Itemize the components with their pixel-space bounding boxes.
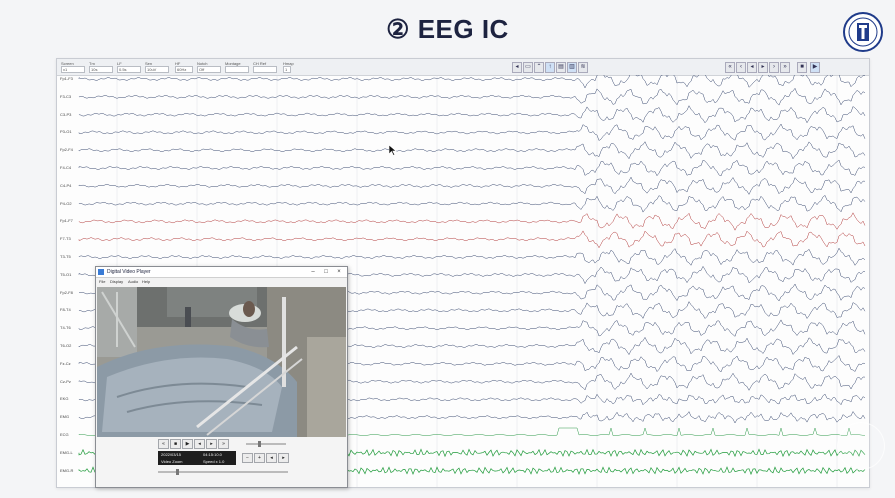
close-icon[interactable]: × xyxy=(334,267,344,277)
toolbar-field-value[interactable] xyxy=(253,66,277,73)
stop-video-button[interactable]: ■ xyxy=(170,439,181,449)
slide-title: ② EEG IC xyxy=(386,14,509,44)
toolbar-field-2[interactable]: LF 0.5s xyxy=(117,61,141,73)
rewind-button[interactable]: « xyxy=(158,439,169,449)
last-page-button[interactable]: » xyxy=(780,62,790,73)
menu-help[interactable]: Help xyxy=(142,277,150,286)
volume-slider[interactable] xyxy=(246,443,286,445)
video-date: 2022/03/15 xyxy=(161,452,182,457)
video-status-display: 2022/03/15 04:15:10.0 Video Zoom Speed x… xyxy=(158,451,236,465)
step-back-button[interactable]: ◂ xyxy=(747,62,757,73)
speed-down-button[interactable]: ◂ xyxy=(266,453,277,463)
video-controls: « ■ ▶ ◂ ▸ » 2022/03/15 04:15:10.0 Video … xyxy=(96,437,347,487)
toolbar-field-value[interactable]: 10uV xyxy=(145,66,169,73)
play-video-button[interactable]: ▶ xyxy=(182,439,193,449)
menu-display[interactable]: Display xyxy=(110,277,123,286)
zoom-button[interactable]: ▭ xyxy=(523,62,533,73)
toolbar-field-7[interactable]: CH Ref xyxy=(253,61,277,73)
minimize-icon[interactable]: – xyxy=(308,267,318,277)
menu-file[interactable]: File xyxy=(99,277,105,286)
fast-forward-button[interactable]: » xyxy=(218,439,229,449)
page-back-button[interactable]: ◂ xyxy=(512,62,522,73)
next-page-button[interactable]: › xyxy=(769,62,779,73)
video-speed: Speed x 1.0 xyxy=(203,459,225,464)
first-page-button[interactable]: « xyxy=(725,62,735,73)
spike-marker-button[interactable]: ⌃ xyxy=(534,62,544,73)
zoom-in-button[interactable]: + xyxy=(254,453,265,463)
mouse-cursor-icon xyxy=(389,145,397,156)
video-player-window[interactable]: Digital Video Player – □ × File Display … xyxy=(95,266,348,488)
analysis-button[interactable]: ▥ xyxy=(567,62,577,73)
step-forward-button[interactable]: ▸ xyxy=(758,62,768,73)
toolbar-field-1[interactable]: Tm 10s xyxy=(89,61,113,73)
university-logo-icon xyxy=(843,12,883,52)
zoom-out-button[interactable]: − xyxy=(242,453,253,463)
play-button[interactable]: ▶ xyxy=(810,62,820,73)
toolbar-field-5[interactable]: Notch Off xyxy=(197,61,221,73)
video-seek-thumb[interactable] xyxy=(176,469,179,475)
video-player-menu: File Display Audio Help xyxy=(96,277,347,286)
speed-up-button[interactable]: ▸ xyxy=(278,453,289,463)
screen-overlay-button[interactable] xyxy=(837,422,885,470)
bar-chart-icon[interactable]: ▤ xyxy=(556,62,566,73)
toolbar-field-6[interactable]: Montage xyxy=(225,61,249,73)
toolbar-field-value[interactable]: 60Hz xyxy=(175,66,193,73)
toolbar-field-value[interactable]: 10s xyxy=(89,66,113,73)
menu-audio[interactable]: Audio xyxy=(128,277,138,286)
toolbar-field-label: Hmap xyxy=(283,61,294,66)
spectrum-button[interactable]: ≋ xyxy=(578,62,588,73)
prev-page-button[interactable]: ‹ xyxy=(736,62,746,73)
toolbar-field-0[interactable]: Screen x1 xyxy=(61,61,85,73)
toolbar-field-value[interactable]: x1 xyxy=(61,66,85,73)
toolbar-field-8[interactable]: Hmap 1 xyxy=(283,61,294,73)
video-zoom: Video Zoom xyxy=(161,459,183,464)
patient-video-frame xyxy=(97,287,346,437)
toolbar-field-value[interactable]: 0.5s xyxy=(117,66,141,73)
toolbar-field-4[interactable]: HF 60Hz xyxy=(175,61,193,73)
upload-icon[interactable]: ↑ xyxy=(545,62,555,73)
toolbar-field-3[interactable]: Sen 10uV xyxy=(145,61,169,73)
volume-thumb[interactable] xyxy=(258,441,261,447)
toolbar-field-value[interactable]: 1 xyxy=(283,66,291,73)
video-player-title: Digital Video Player xyxy=(107,269,151,275)
maximize-icon[interactable]: □ xyxy=(321,267,331,277)
toolbar-field-value[interactable] xyxy=(225,66,249,73)
app-icon xyxy=(98,269,104,275)
video-time: 04:15:10.0 xyxy=(203,452,222,457)
stop-button[interactable]: ■ xyxy=(797,62,807,73)
eeg-toolbar: Screen x1 Tm 10s LF 0.5s Sen 10uV HF 60Hz Notch Off… xyxy=(57,59,869,76)
toolbar-field-value[interactable]: Off xyxy=(197,66,221,73)
frame-forward-button[interactable]: ▸ xyxy=(206,439,217,449)
frame-back-button[interactable]: ◂ xyxy=(194,439,205,449)
